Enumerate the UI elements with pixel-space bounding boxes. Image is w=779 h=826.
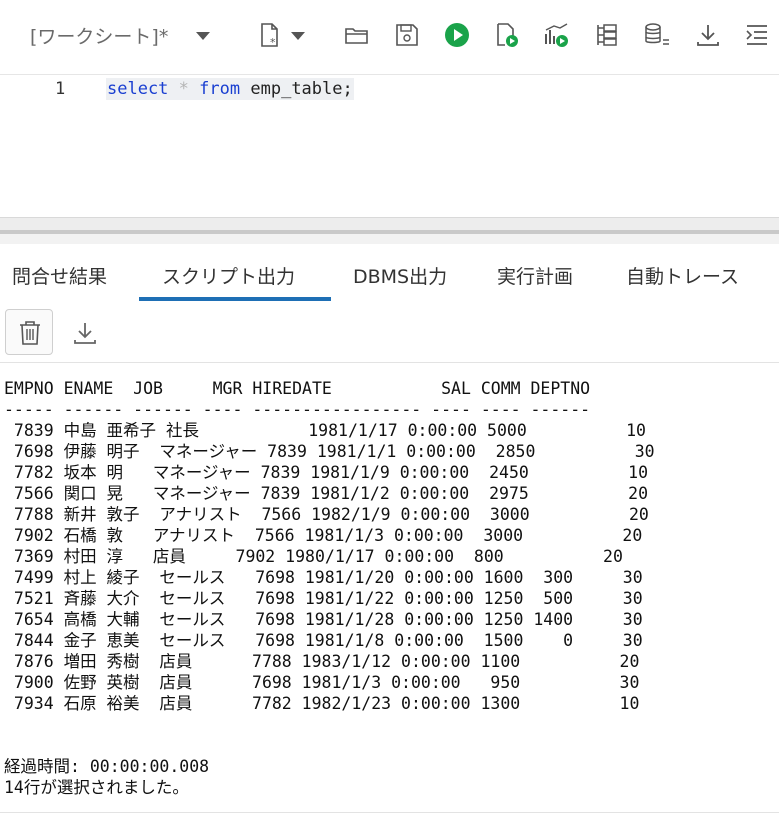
output-row: 7788 新井 敦子 アナリスト 7566 1982/1/9 0:00:00 3…	[4, 505, 649, 524]
output-row: 7566 関口 晃 マネージャー 7839 1981/1/2 0:00:00 2…	[4, 484, 649, 503]
output-row: 7839 中島 亜希子 社長 1981/1/17 0:00:00 5000 10	[4, 421, 646, 440]
chevron-down-icon[interactable]	[196, 32, 210, 40]
output-row: 7369 村田 淳 店員 7902 1980/1/17 0:00:00 800 …	[4, 547, 623, 566]
download-icon[interactable]	[695, 22, 721, 48]
run-statement-icon[interactable]	[444, 22, 470, 48]
keyword-from: from	[199, 79, 241, 99]
output-row: 7900 佐野 英樹 店員 7698 1981/1/3 0:00:00 950 …	[4, 673, 640, 692]
output-row: 7654 高橋 大輔 セールス 7698 1981/1/28 0:00:00 1…	[4, 610, 643, 629]
active-tab-indicator	[139, 297, 331, 301]
output-row: 7698 伊藤 明子 マネージャー 7839 1981/1/1 0:00:00 …	[4, 442, 655, 461]
save-icon[interactable]	[394, 22, 420, 48]
format-icon[interactable]	[744, 22, 770, 48]
tab-autotrace[interactable]: 自動トレース	[626, 262, 739, 289]
explain-plan-icon[interactable]	[544, 22, 570, 48]
worksheet-selector[interactable]: [ワークシート]*	[30, 22, 168, 49]
output-row: 7521 斉藤 大介 セールス 7698 1981/1/22 0:00:00 1…	[4, 589, 643, 608]
output-row: 7844 金子 恵美 セールス 7698 1981/1/8 0:00:00 15…	[4, 631, 643, 650]
run-script-icon[interactable]	[494, 22, 520, 48]
clear-output-button[interactable]	[5, 309, 53, 355]
output-row: 7499 村上 綾子 セールス 7698 1981/1/20 0:00:00 1…	[4, 568, 643, 587]
output-row: 7876 増田 秀樹 店員 7788 1983/1/12 0:00:00 110…	[4, 652, 640, 671]
download-icon	[74, 323, 96, 344]
divider	[0, 812, 779, 813]
sql-history-icon[interactable]	[644, 22, 670, 48]
output-header: EMPNO ENAME JOB MGR HIREDATE SAL COMM DE…	[4, 379, 591, 398]
code-line[interactable]: select * from emp_table;	[106, 78, 354, 100]
trash-icon	[20, 321, 40, 345]
open-folder-icon[interactable]	[344, 22, 370, 48]
line-number: 1	[55, 79, 66, 99]
keyword-star: *	[178, 79, 189, 99]
script-output: EMPNO ENAME JOB MGR HIREDATE SAL COMM DE…	[4, 378, 655, 798]
tab-script-output[interactable]: スクリプト出力	[162, 262, 295, 289]
keyword-select: select	[107, 79, 169, 99]
output-row: 7934 石原 裕美 店員 7782 1982/1/23 0:00:00 130…	[4, 694, 640, 713]
save-output-button[interactable]	[72, 320, 98, 346]
output-toolbar	[0, 302, 779, 363]
autotrace-icon[interactable]	[594, 22, 620, 48]
elapsed-time: 経過時間: 00:00:00.008	[4, 757, 210, 776]
svg-text:*: *	[270, 36, 276, 48]
tab-explain-plan[interactable]: 実行計画	[497, 262, 573, 289]
rows-selected-message: 14行が選択されました。	[4, 778, 189, 797]
tab-query-result[interactable]: 問合せ結果	[12, 262, 107, 289]
table-name: emp_table;	[250, 79, 353, 99]
tab-dbms-output[interactable]: DBMS出力	[353, 262, 447, 289]
new-worksheet-dropdown-icon[interactable]	[291, 32, 305, 40]
output-separator: ----- ------ ------ ---- ---------------…	[4, 400, 591, 419]
new-worksheet-icon[interactable]: *	[257, 22, 283, 48]
output-row: 7782 坂本 明 マネージャー 7839 1981/1/9 0:00:00 2…	[4, 463, 649, 482]
output-row: 7902 石橋 敦 アナリスト 7566 1981/1/3 0:00:00 30…	[4, 526, 643, 545]
splitter-gap	[0, 234, 779, 244]
